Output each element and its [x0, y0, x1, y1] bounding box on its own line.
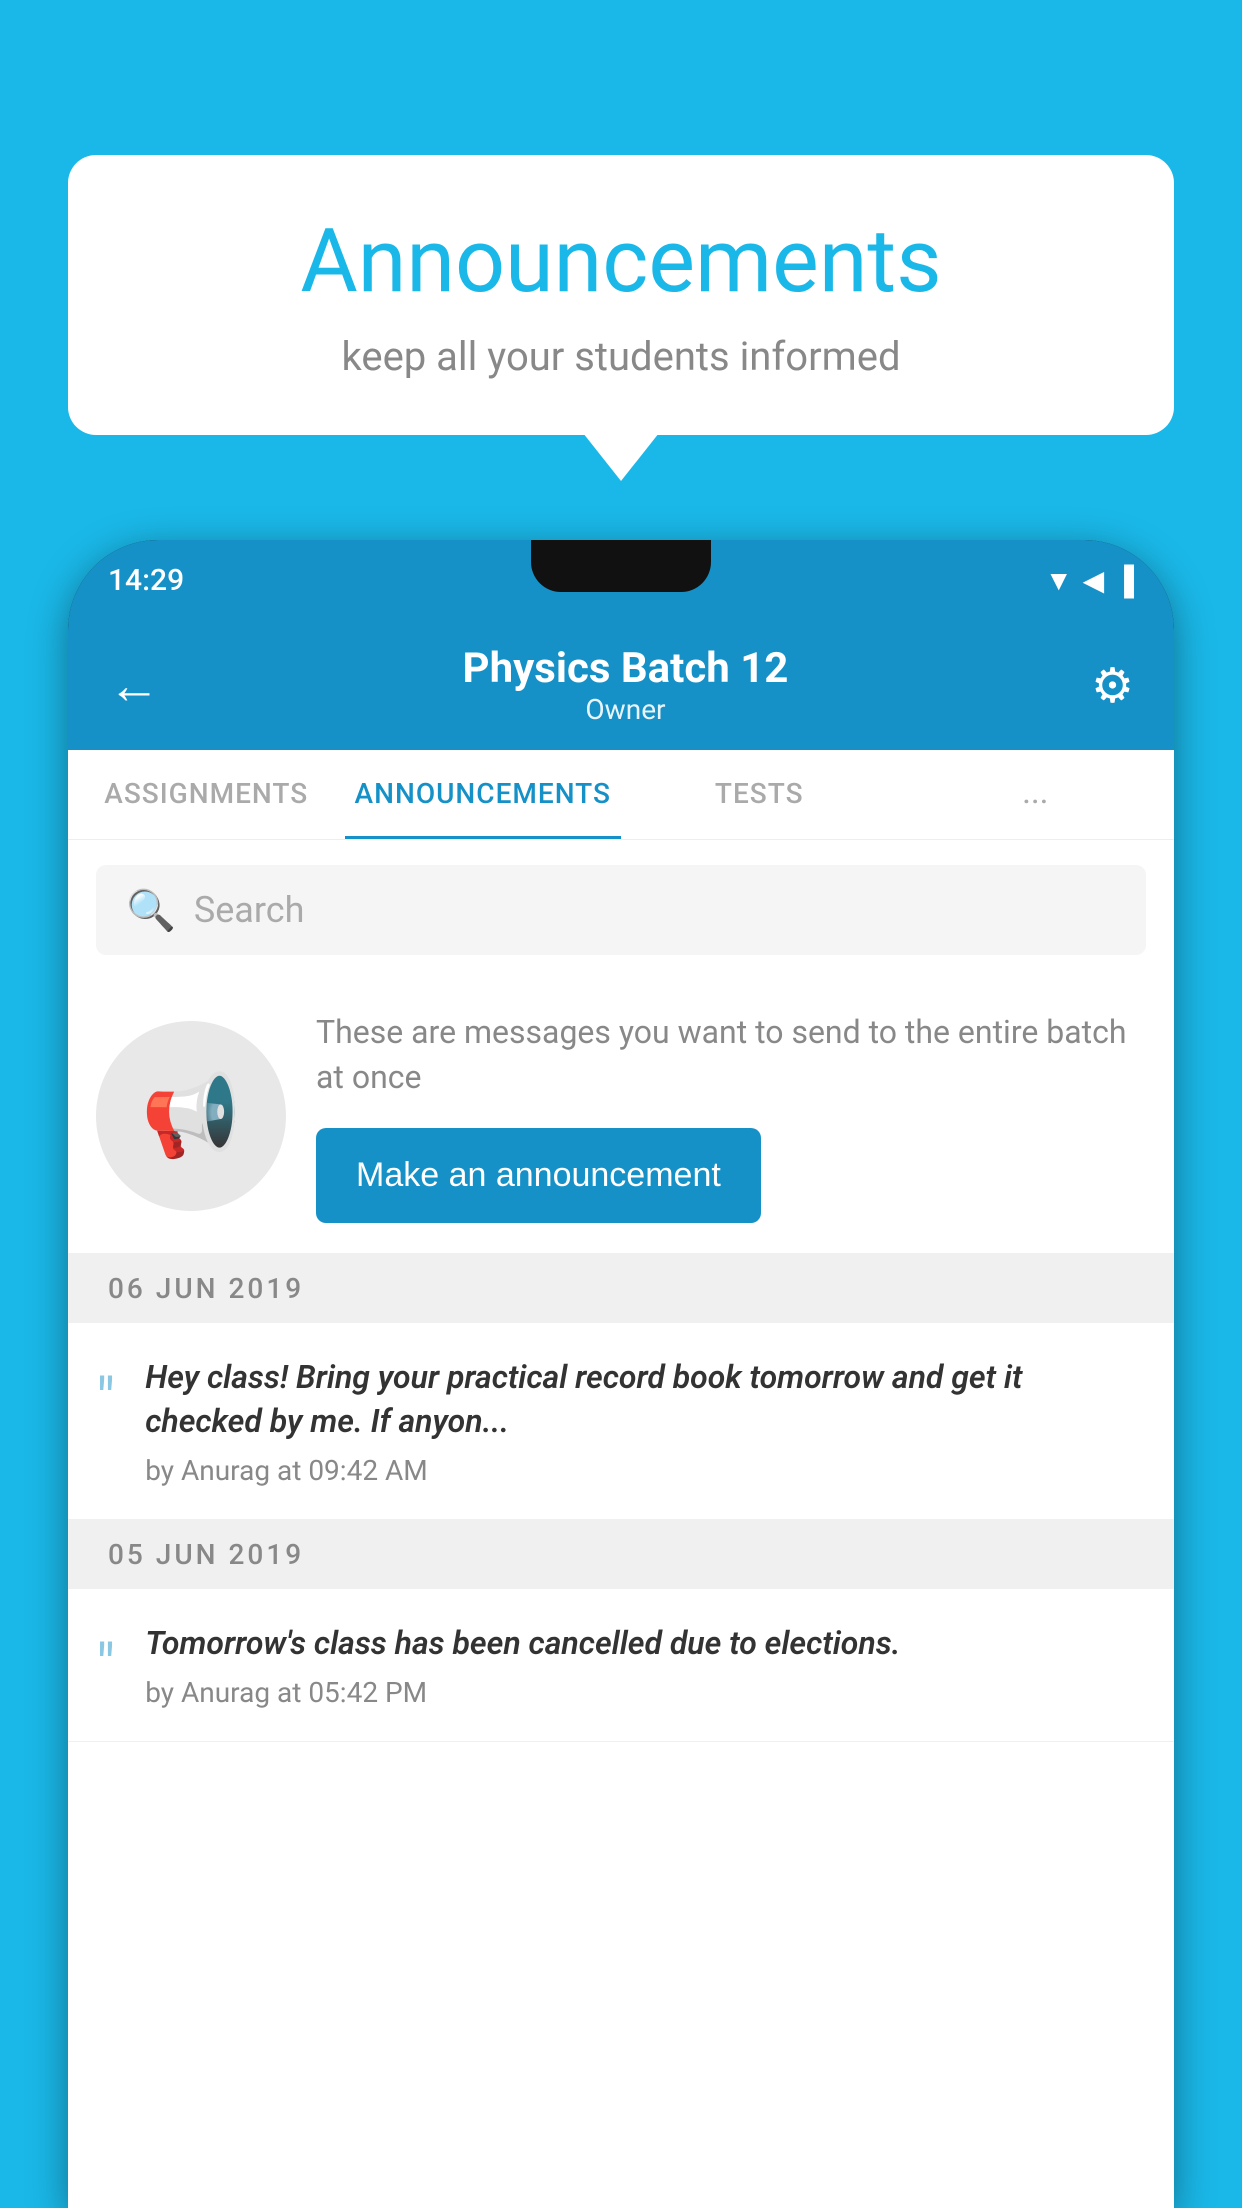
promo-right: These are messages you want to send to t…: [316, 1010, 1146, 1223]
megaphone-icon: 📢: [141, 1069, 241, 1163]
status-icons: ▼ ◀ ▐: [1045, 564, 1134, 597]
header-subtitle: Owner: [463, 693, 789, 726]
announcement-body-2: Tomorrow's class has been cancelled due …: [145, 1621, 900, 1709]
phone-notch: [531, 540, 711, 592]
announcement-item-2: " Tomorrow's class has been cancelled du…: [68, 1589, 1174, 1742]
search-icon: 🔍: [126, 887, 176, 934]
speech-bubble-section: Announcements keep all your students inf…: [68, 155, 1174, 435]
tab-announcements[interactable]: ANNOUNCEMENTS: [345, 750, 622, 839]
status-bar: 14:29 ▼ ◀ ▐: [68, 540, 1174, 620]
promo-icon-circle: 📢: [96, 1021, 286, 1211]
search-bar[interactable]: 🔍 Search: [96, 865, 1146, 955]
tabs-bar: ASSIGNMENTS ANNOUNCEMENTS TESTS ...: [68, 750, 1174, 840]
phone-content: 🔍 Search 📢 These are messages you want t…: [68, 840, 1174, 2208]
battery-icon: ▐: [1114, 564, 1134, 597]
app-header: ← Physics Batch 12 Owner ⚙: [68, 620, 1174, 750]
header-title: Physics Batch 12: [463, 644, 789, 693]
status-time: 14:29: [108, 563, 184, 598]
phone-frame: 14:29 ▼ ◀ ▐ ← Physics Batch 12 Owner ⚙ A…: [68, 540, 1174, 2208]
announcement-item-1: " Hey class! Bring your practical record…: [68, 1323, 1174, 1521]
announcement-meta-2: by Anurag at 05:42 PM: [145, 1676, 900, 1709]
date-divider-1: 06 JUN 2019: [68, 1254, 1174, 1323]
make-announcement-button[interactable]: Make an announcement: [316, 1128, 761, 1223]
gear-icon[interactable]: ⚙: [1091, 657, 1134, 714]
bubble-subtitle: keep all your students informed: [128, 333, 1114, 380]
announcement-meta-1: by Anurag at 09:42 AM: [145, 1454, 1146, 1487]
announcement-promo: 📢 These are messages you want to send to…: [68, 980, 1174, 1254]
tab-tests[interactable]: TESTS: [621, 750, 898, 839]
search-placeholder: Search: [194, 889, 305, 931]
header-center: Physics Batch 12 Owner: [463, 644, 789, 726]
date-divider-2: 05 JUN 2019: [68, 1520, 1174, 1589]
tab-more[interactable]: ...: [898, 750, 1175, 839]
promo-text: These are messages you want to send to t…: [316, 1010, 1146, 1100]
announcement-text-1: Hey class! Bring your practical record b…: [145, 1355, 1146, 1445]
quote-icon-1: ": [96, 1365, 115, 1436]
speech-bubble: Announcements keep all your students inf…: [68, 155, 1174, 435]
bubble-title: Announcements: [128, 210, 1114, 313]
back-button[interactable]: ←: [108, 655, 160, 716]
tab-assignments[interactable]: ASSIGNMENTS: [68, 750, 345, 839]
wifi-icon: ▼: [1045, 564, 1073, 597]
quote-icon-2: ": [96, 1631, 115, 1702]
announcement-body-1: Hey class! Bring your practical record b…: [145, 1355, 1146, 1488]
announcement-text-2: Tomorrow's class has been cancelled due …: [145, 1621, 900, 1666]
signal-icon: ◀: [1083, 564, 1105, 597]
